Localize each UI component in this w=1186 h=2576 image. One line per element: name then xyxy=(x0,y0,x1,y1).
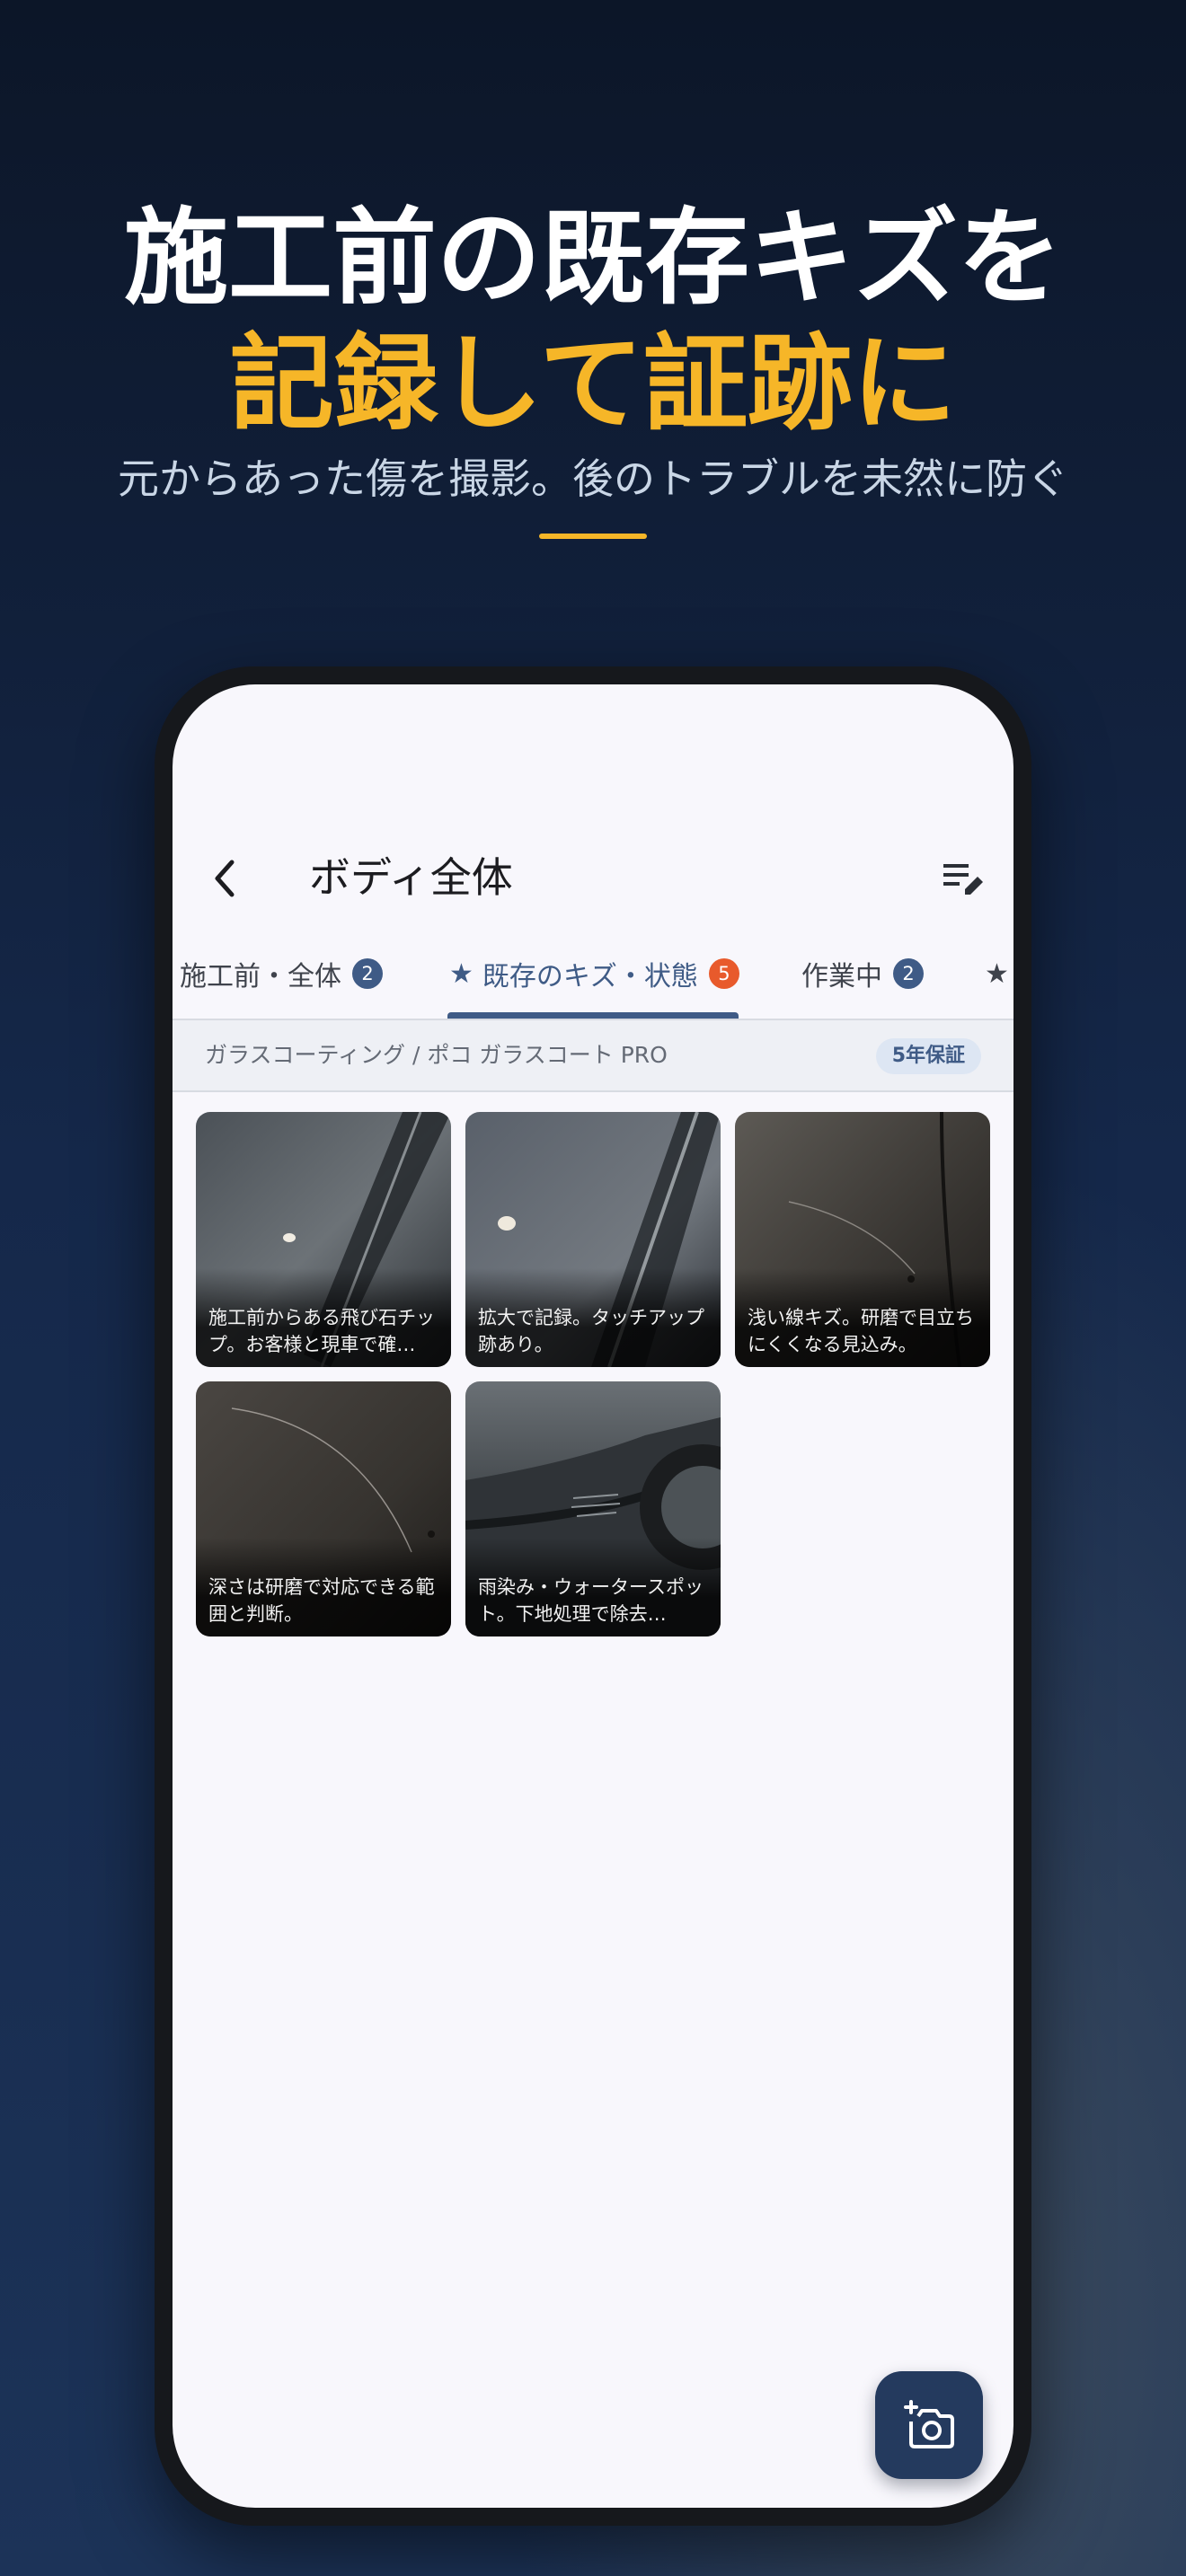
tab-before-overall[interactable]: 施工前・全体 2 xyxy=(180,929,383,1019)
back-chevron-icon[interactable] xyxy=(199,851,253,905)
warranty-badge: 5年保証 xyxy=(875,1038,981,1074)
accent-divider xyxy=(539,534,647,539)
tab-label: 既存のキズ・状態 xyxy=(482,961,698,992)
photo-thumbnail[interactable]: 浅い線キズ。研磨で目立ちにくくなる見込み。 xyxy=(735,1112,990,1367)
tab-more[interactable]: ★ xyxy=(985,929,1013,1019)
coating-info-bar: ガラスコーティング / ポコ ガラスコート PRO 5年保証 xyxy=(173,1020,1013,1092)
photo-caption: 雨染み・ウォータースポット。下地処理で除去… xyxy=(478,1576,704,1625)
caption-overlay: 浅い線キズ。研磨で目立ちにくくなる見込み。 xyxy=(735,1268,990,1367)
active-tab-indicator xyxy=(447,1012,739,1019)
phone-frame: ボディ全体 施工前・全体 2 ★ 既存のキズ・状態 5 作業中 2 ★ ガラスコ… xyxy=(155,666,1031,2526)
photo-caption: 拡大で記録。タッチアップ跡あり。 xyxy=(478,1307,704,1355)
page-title: ボディ全体 xyxy=(309,853,513,902)
phone-screen: ボディ全体 施工前・全体 2 ★ 既存のキズ・状態 5 作業中 2 ★ ガラスコ… xyxy=(173,684,1013,2508)
star-icon: ★ xyxy=(449,957,474,990)
photo-thumbnail[interactable]: 拡大で記録。タッチアップ跡あり。 xyxy=(465,1112,721,1367)
promo-subtitle: 元からあった傷を撮影。後のトラブルを未然に防ぐ xyxy=(118,454,1068,503)
tab-existing-scratches[interactable]: ★ 既存のキズ・状態 5 xyxy=(449,929,739,1019)
tab-count-badge: 2 xyxy=(352,958,383,989)
star-icon: ★ xyxy=(985,957,1009,990)
photo-thumbnail[interactable]: 深さは研磨で対応できる範囲と判断。 xyxy=(196,1381,451,1636)
caption-overlay: 施工前からある飛び石チップ。お客様と現車で確… xyxy=(196,1268,451,1367)
edit-note-icon[interactable] xyxy=(940,855,987,902)
promo-headline-line2: 記録して証跡に xyxy=(229,323,957,445)
add-photo-icon xyxy=(904,2400,954,2448)
promo-headline-line1: 施工前の既存キズを xyxy=(124,198,1062,319)
photo-caption: 施工前からある飛び石チップ。お客様と現車で確… xyxy=(208,1307,435,1355)
caption-overlay: 深さは研磨で対応できる範囲と判断。 xyxy=(196,1538,451,1636)
tab-label: 施工前・全体 xyxy=(180,961,341,992)
tab-in-progress[interactable]: 作業中 2 xyxy=(801,929,924,1019)
photo-caption: 浅い線キズ。研磨で目立ちにくくなる見込み。 xyxy=(748,1307,974,1355)
caption-overlay: 拡大で記録。タッチアップ跡あり。 xyxy=(465,1268,721,1367)
app-top-bar: ボディ全体 xyxy=(173,828,1013,929)
caption-overlay: 雨染み・ウォータースポット。下地処理で除去… xyxy=(465,1538,721,1636)
photo-caption: 深さは研磨で対応できる範囲と判断。 xyxy=(208,1576,435,1625)
category-tabs: 施工前・全体 2 ★ 既存のキズ・状態 5 作業中 2 ★ xyxy=(173,929,1013,1020)
tab-count-badge: 2 xyxy=(893,958,924,989)
tab-label: 作業中 xyxy=(801,961,882,992)
coating-product: ガラスコーティング / ポコ ガラスコート PRO xyxy=(205,1042,668,1068)
add-photo-button[interactable] xyxy=(875,2371,983,2479)
tab-count-badge: 5 xyxy=(708,958,739,989)
photo-thumbnail[interactable]: 施工前からある飛び石チップ。お客様と現車で確… xyxy=(196,1112,451,1367)
photo-thumbnail[interactable]: 雨染み・ウォータースポット。下地処理で除去… xyxy=(465,1381,721,1636)
